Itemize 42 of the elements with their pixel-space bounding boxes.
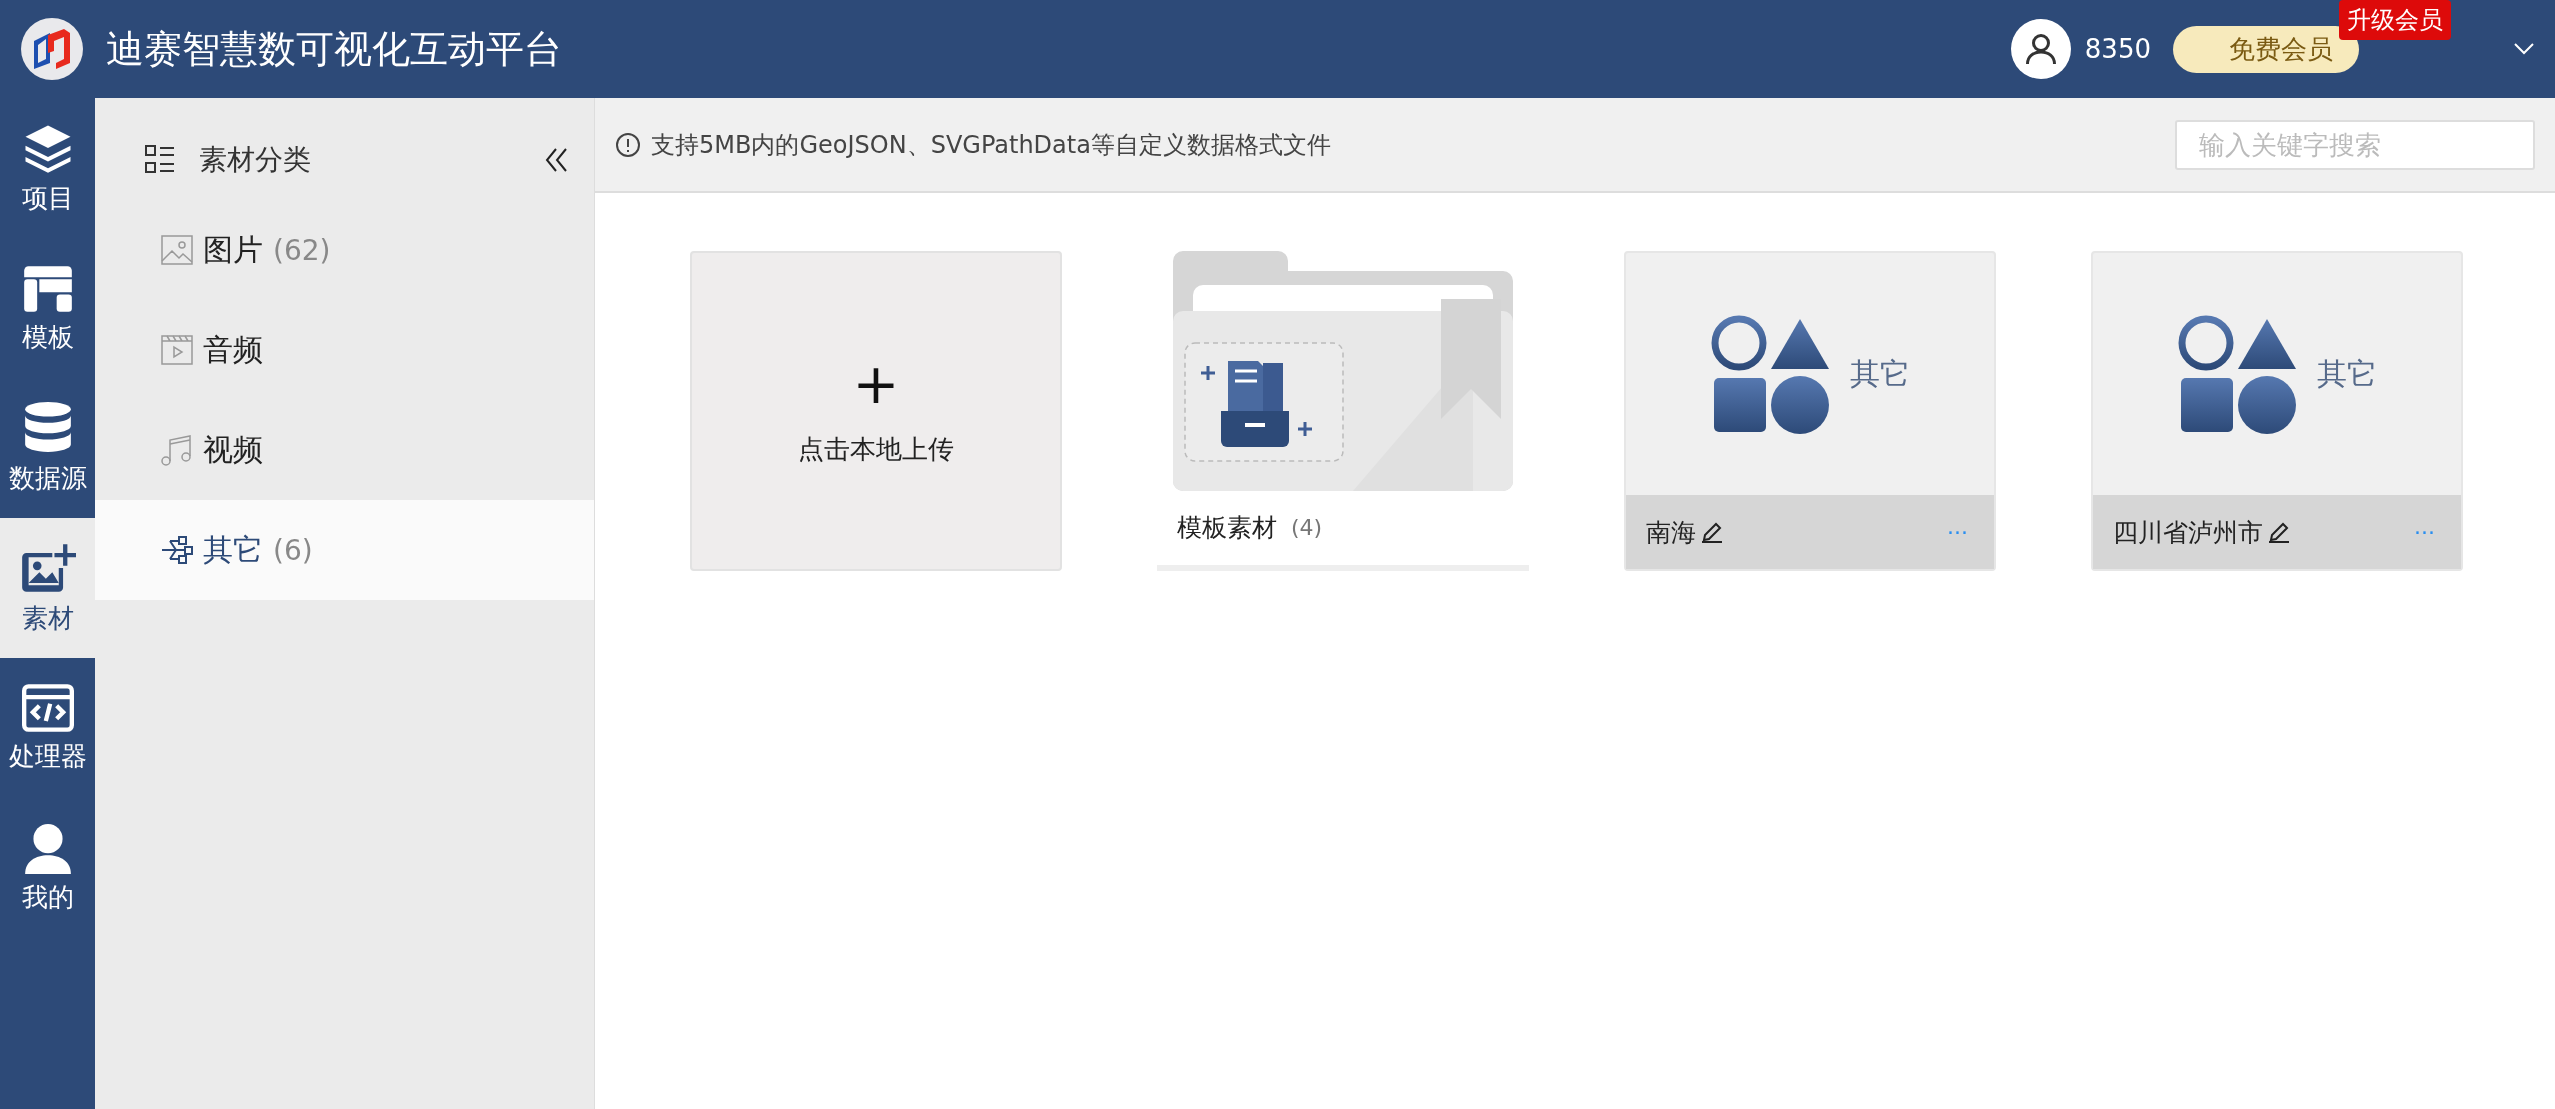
points-count: 8350 <box>2084 34 2151 64</box>
nav-item[interactable]: 素材 <box>0 518 95 658</box>
list-icon <box>145 145 175 175</box>
info-icon <box>615 131 641 158</box>
category-item[interactable]: 音频 <box>95 300 594 400</box>
notice-text: 支持5MB内的GeoJSON、SVGPathData等自定义数据格式文件 <box>651 129 1332 161</box>
collapse-icon[interactable] <box>544 147 570 173</box>
upload-button[interactable]: + 点击本地上传 <box>690 251 1062 571</box>
search-field[interactable]: 输入关键字搜索 <box>2175 119 2535 170</box>
category-label: 视频 <box>203 430 263 469</box>
category-label: 音频 <box>203 330 263 369</box>
video-icon <box>161 335 193 365</box>
folder-name: 模板素材 <box>1177 512 1277 544</box>
category-item[interactable]: 其它 (6) <box>95 500 594 600</box>
pencil-icon[interactable] <box>2267 520 2291 544</box>
file-card[interactable]: 其它 四川省泸州市 ··· <box>2091 251 2463 571</box>
chevron-down-icon[interactable] <box>2513 42 2535 56</box>
app-title: 迪赛智慧数可视化互动平台 <box>106 25 562 73</box>
file-card[interactable]: 其它 南海 ··· <box>1624 251 1996 571</box>
category-label: 图片 <box>203 230 263 269</box>
code-window-icon <box>21 682 74 733</box>
user-icon <box>22 821 73 874</box>
thumbnail-label: 其它 <box>2317 354 2377 393</box>
folder-count: (4) <box>1291 515 1323 540</box>
category-count: (62) <box>273 233 331 267</box>
thumbnail-label: 其它 <box>1850 354 1910 393</box>
file-name: 四川省泸州市 <box>2113 516 2263 549</box>
category-item[interactable]: 图片 (62) <box>95 200 594 300</box>
image-icon <box>161 235 193 265</box>
category-item[interactable]: 视频 <box>95 400 594 500</box>
shapes-icon <box>2177 314 2297 434</box>
share-nodes-icon <box>161 535 193 565</box>
pencil-icon[interactable] <box>1700 520 1724 544</box>
category-count: (6) <box>273 533 313 567</box>
file-name: 南海 <box>1646 516 1696 549</box>
music-note-icon <box>161 434 193 466</box>
logo-icon <box>20 17 84 81</box>
database-icon <box>22 400 73 455</box>
category-label: 其它 <box>203 530 263 569</box>
shapes-icon <box>1710 314 1830 434</box>
folder-card[interactable]: 模板素材 (4) <box>1157 251 1529 571</box>
panel-title: 素材分类 <box>199 142 312 178</box>
